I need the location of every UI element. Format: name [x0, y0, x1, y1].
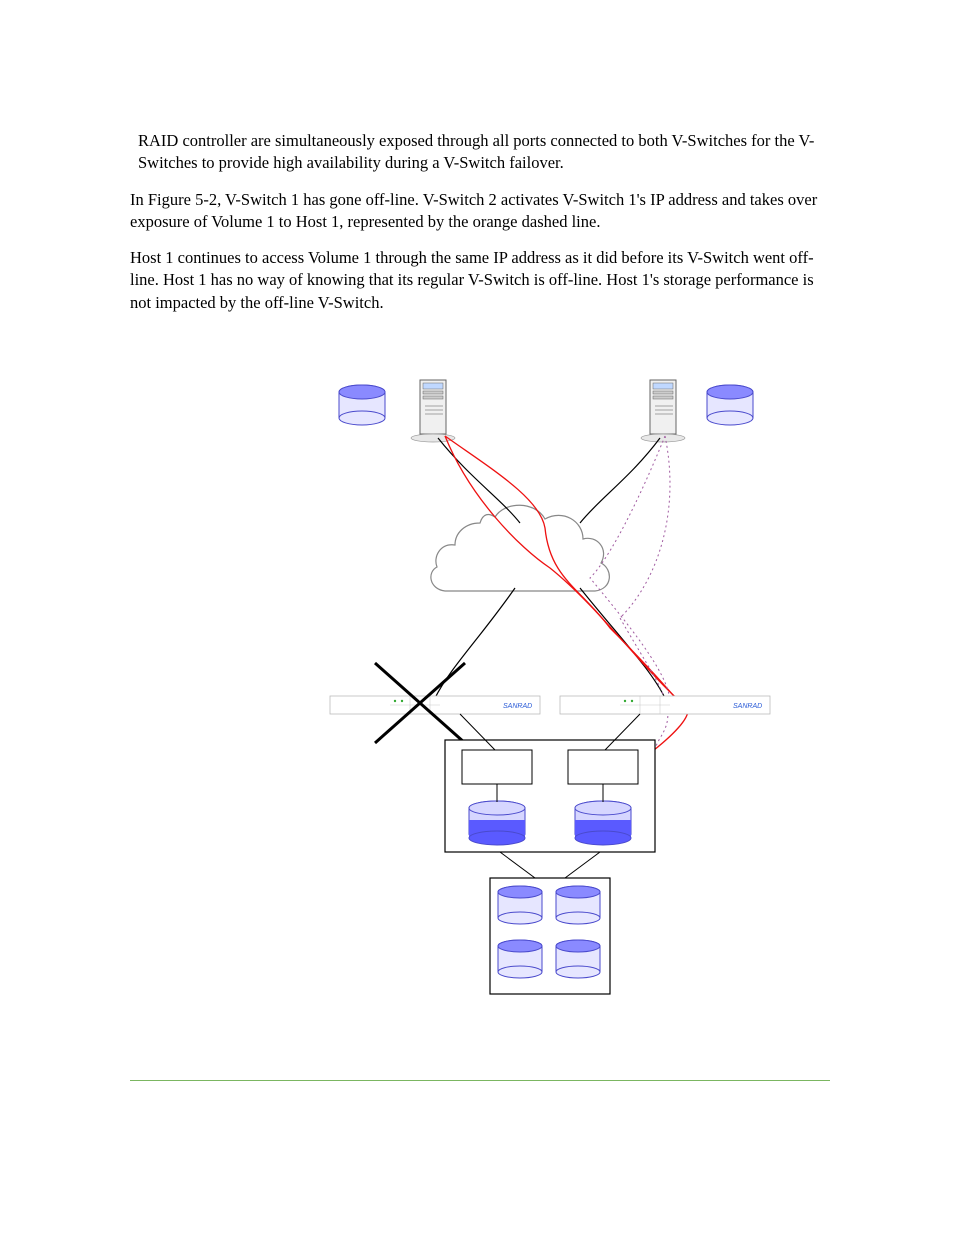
network-diagram: SANRAD SANRAD [320, 378, 780, 1013]
footer-divider [130, 1080, 830, 1081]
raid-controller-icon [445, 714, 655, 852]
link-line [435, 588, 515, 698]
volume-icon [707, 385, 753, 425]
host-pc-icon [411, 380, 455, 442]
cloud-icon [431, 505, 609, 591]
switch-brand-label: SANRAD [733, 703, 762, 710]
link-line [565, 852, 600, 878]
volume-icon [339, 385, 385, 425]
vswitch-device-icon: SANRAD [330, 696, 540, 714]
storage-array-icon [490, 878, 610, 994]
link-line [580, 438, 660, 523]
link-line [580, 588, 665, 698]
switch-brand-label: SANRAD [503, 703, 532, 710]
vswitch-device-icon: SANRAD [560, 696, 770, 714]
body-paragraph: In Figure 5-2, V-Switch 1 has gone off-l… [130, 189, 830, 234]
link-line [500, 852, 535, 878]
body-paragraph: RAID controller are simultaneously expos… [138, 130, 830, 175]
body-paragraph: Host 1 continues to access Volume 1 thro… [130, 247, 830, 314]
host-pc-icon [641, 380, 685, 442]
